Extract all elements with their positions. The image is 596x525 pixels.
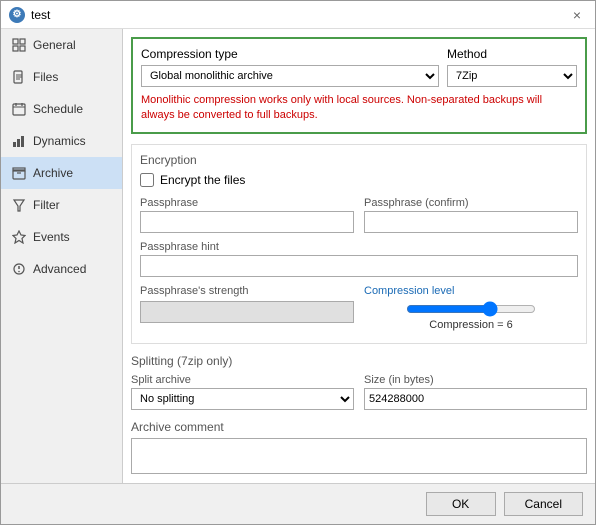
sidebar-item-general[interactable]: General (1, 29, 122, 61)
compression-header-row: Compression type Method (141, 47, 577, 61)
split-archive-group: Split archive No splitting Custom 1 MB 1… (131, 374, 354, 410)
title-bar-left: ⚙ test (9, 7, 50, 23)
archive-comment-label: Archive comment (131, 420, 587, 434)
sidebar-label-archive: Archive (33, 166, 73, 180)
sidebar-item-files[interactable]: Files (1, 61, 122, 93)
compression-type-label: Compression type (141, 47, 238, 61)
sidebar-item-filter[interactable]: Filter (1, 189, 122, 221)
passphrase-confirm-label: Passphrase (confirm) (364, 197, 578, 209)
passphrase-hint-input[interactable] (140, 255, 578, 277)
compression-dropdowns: Global monolithic archive Standard None … (141, 65, 577, 87)
sidebar-label-schedule: Schedule (33, 102, 83, 116)
passphrase-hint-label: Passphrase hint (140, 241, 578, 253)
encrypt-files-row: Encrypt the files (140, 173, 578, 187)
title-bar: ⚙ test × (1, 1, 595, 29)
archive-icon (11, 165, 27, 181)
method-group: 7Zip Zip None (447, 65, 577, 87)
sidebar-label-advanced: Advanced (33, 262, 86, 276)
encrypt-checkbox[interactable] (140, 173, 154, 187)
sidebar-label-files: Files (33, 70, 58, 84)
files-icon (11, 69, 27, 85)
encryption-section: Encryption Encrypt the files Passphrase … (131, 144, 587, 344)
compression-slider[interactable] (406, 301, 536, 317)
sidebar-item-dynamics[interactable]: Dynamics (1, 125, 122, 157)
dialog-window: ⚙ test × General Files (0, 0, 596, 525)
passphrase-input[interactable] (140, 211, 354, 233)
passphrase-confirm-input[interactable] (364, 211, 578, 233)
filter-icon (11, 197, 27, 213)
sidebar-item-archive[interactable]: Archive (1, 157, 122, 189)
content-area: Compression type Method Global monolithi… (123, 29, 595, 483)
compression-warning: Monolithic compression works only with l… (141, 93, 577, 124)
sidebar-label-filter: Filter (33, 198, 60, 212)
split-row: Split archive No splitting Custom 1 MB 1… (131, 374, 587, 410)
footer: OK Cancel (1, 483, 595, 524)
window-title: test (31, 8, 50, 22)
archive-comment-section: Archive comment (131, 420, 587, 477)
compression-type-group: Global monolithic archive Standard None (141, 65, 439, 87)
strength-label: Passphrase's strength (140, 285, 354, 297)
split-size-group: Size (in bytes) (364, 374, 587, 410)
strength-box: Passphrase's strength (140, 285, 354, 331)
passphrase-label: Passphrase (140, 197, 354, 209)
archive-comment-textarea[interactable] (131, 438, 587, 474)
passphrase-confirm-group: Passphrase (confirm) (364, 197, 578, 233)
main-content: General Files Schedule Dyn (1, 29, 595, 483)
passphrase-hint-group: Passphrase hint (140, 241, 578, 277)
compression-slider-label: Compression level (364, 285, 578, 297)
sidebar-label-dynamics: Dynamics (33, 134, 86, 148)
dynamics-icon (11, 133, 27, 149)
splitting-section: Splitting (7zip only) Split archive No s… (131, 354, 587, 410)
split-archive-label: Split archive (131, 374, 354, 386)
passphrase-group: Passphrase (140, 197, 354, 233)
compression-value: Compression = 6 (429, 319, 512, 331)
encrypt-label: Encrypt the files (160, 173, 245, 187)
advanced-icon (11, 261, 27, 277)
slider-container: Compression = 6 (364, 301, 578, 331)
passphrase-row: Passphrase Passphrase (confirm) (140, 197, 578, 233)
window-icon: ⚙ (9, 7, 25, 23)
method-label: Method (447, 47, 487, 61)
sidebar-item-advanced[interactable]: Advanced (1, 253, 122, 285)
sidebar-label-general: General (33, 38, 76, 52)
sidebar-label-events: Events (33, 230, 70, 244)
sidebar-item-events[interactable]: Events (1, 221, 122, 253)
close-button[interactable]: × (567, 5, 587, 25)
sidebar: General Files Schedule Dyn (1, 29, 123, 483)
strength-compression-row: Passphrase's strength Compression level … (140, 285, 578, 331)
sidebar-item-schedule[interactable]: Schedule (1, 93, 122, 125)
events-icon (11, 229, 27, 245)
compression-box: Compression type Method Global monolithi… (131, 37, 587, 134)
encryption-title: Encryption (140, 153, 578, 167)
split-archive-select[interactable]: No splitting Custom 1 MB 10 MB 100 MB 1 … (131, 388, 354, 410)
cancel-button[interactable]: Cancel (504, 492, 583, 516)
split-size-label: Size (in bytes) (364, 374, 587, 386)
general-icon (11, 37, 27, 53)
method-select[interactable]: 7Zip Zip None (447, 65, 577, 87)
split-size-input[interactable] (364, 388, 587, 410)
strength-bar (140, 301, 354, 323)
ok-button[interactable]: OK (426, 492, 496, 516)
splitting-title: Splitting (7zip only) (131, 354, 587, 368)
compression-slider-box: Compression level Compression = 6 (364, 285, 578, 331)
compression-type-select[interactable]: Global monolithic archive Standard None (141, 65, 439, 87)
schedule-icon (11, 101, 27, 117)
